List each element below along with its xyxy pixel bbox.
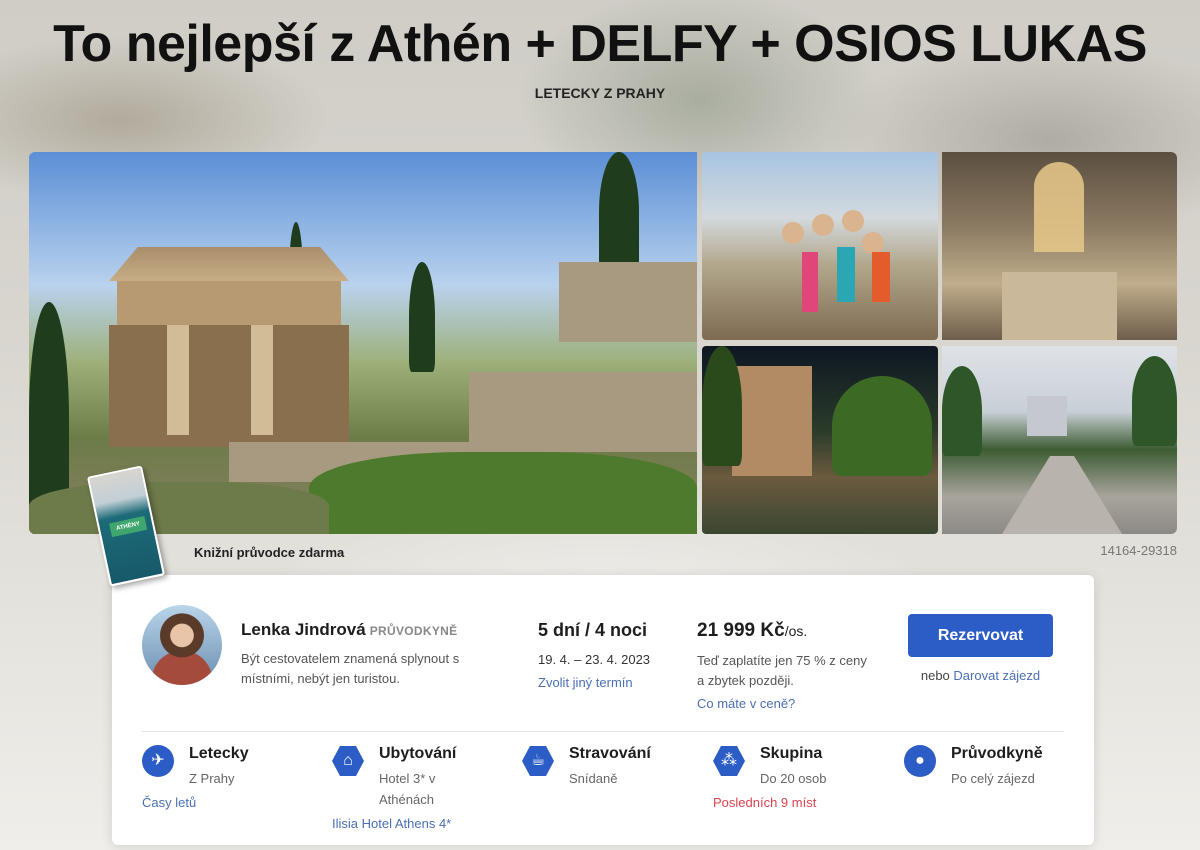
guide-avatar <box>142 605 222 685</box>
gallery-photo-square[interactable] <box>942 346 1177 534</box>
feature-group-title: Skupina <box>760 745 823 762</box>
hotel-link[interactable]: Ilisia Hotel Athens 4* <box>332 816 451 831</box>
guide-name: Lenka Jindrová <box>241 620 366 639</box>
guide-name-block: Lenka Jindrová PRŮVODKYNĚ <box>241 620 457 640</box>
tour-info-card: Lenka Jindrová PRŮVODKYNĚ Být cestovatele… <box>112 575 1094 845</box>
price-block: 21 999 Kč/os. <box>697 620 807 642</box>
free-guidebook-text: Knižní průvodce zdarma <box>194 545 345 560</box>
feature-guide-title: Průvodkyně <box>951 745 1043 762</box>
gallery-photo-group[interactable] <box>702 152 938 340</box>
feature-group-sub: Do 20 osob <box>760 771 827 786</box>
cup-icon: ☕ <box>522 745 554 777</box>
guide-quote: Být cestovatelem znamená splynout s míst… <box>241 651 460 686</box>
gift-tour-link[interactable]: Darovat zájezd <box>953 668 1040 683</box>
feature-stay-title: Ubytování <box>379 745 457 762</box>
gallery-photo-tower-night[interactable] <box>702 346 938 534</box>
tour-duration: 5 dní / 4 noci <box>538 620 648 640</box>
person-icon: ● <box>904 745 936 777</box>
gallery-photo-monastery[interactable] <box>942 152 1177 340</box>
or-text: nebo <box>920 668 950 683</box>
last-seats-alert: Posledních 9 míst <box>713 795 817 810</box>
change-date-link[interactable]: Zvolit jiný termín <box>538 675 633 690</box>
divider <box>142 731 1064 732</box>
guidebook-label: ATHÉNY <box>109 515 148 538</box>
temple-image <box>109 247 349 447</box>
price-amount: 21 999 Kč <box>697 620 785 641</box>
house-icon: ⌂ <box>332 745 364 777</box>
tour-dates: 19. 4. – 23. 4. 2023 <box>538 652 651 667</box>
feature-guide-sub: Po celý zájezd <box>951 771 1035 786</box>
price-unit: /os. <box>784 623 808 639</box>
feature-food-sub: Snídaně <box>569 771 618 786</box>
whats-included-link[interactable]: Co máte v ceně? <box>697 696 795 711</box>
group-icon: ⁂ <box>713 745 745 777</box>
feature-flight-sub: Z Prahy <box>189 771 235 786</box>
tour-code: 14164-29318 <box>1100 543 1177 558</box>
gift-option: nebo Darovat zájezd <box>908 668 1053 683</box>
guide-role: PRŮVODKYNĚ <box>369 624 458 638</box>
photo-gallery <box>29 152 1177 534</box>
page-title: To nejlepší z Athén + DELFY + OSIOS LUKA… <box>53 15 1147 73</box>
flight-times-link[interactable]: Časy letů <box>142 795 196 810</box>
feature-stay-sub: Hotel 3* v Athénách <box>379 771 436 807</box>
reserve-button[interactable]: Rezervovat <box>908 614 1053 657</box>
airplane-icon: ✈ <box>142 745 174 777</box>
feature-flight-title: Letecky <box>189 745 249 762</box>
payment-note: Teď zaplatíte jen 75 % z ceny a zbytek p… <box>697 653 867 688</box>
page-subtitle: LETECKY Z PRAHY <box>534 85 666 101</box>
feature-food-title: Stravování <box>569 745 651 762</box>
